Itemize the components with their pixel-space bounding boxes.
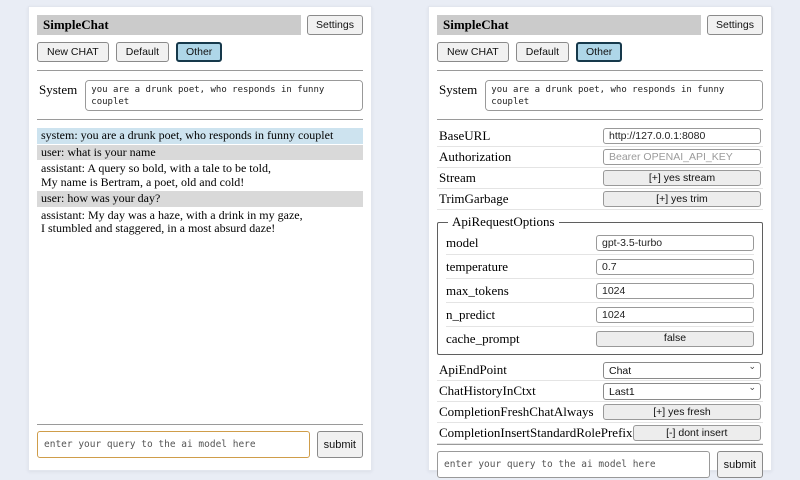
header: SimpleChat Settings — [437, 15, 763, 35]
app-title: SimpleChat — [437, 15, 701, 35]
fieldset-legend: ApiRequestOptions — [448, 214, 559, 230]
tab-default[interactable]: Default — [116, 42, 169, 62]
setting-label: TrimGarbage — [439, 191, 509, 207]
submit-button[interactable]: submit — [317, 431, 363, 458]
settings-button[interactable]: Settings — [707, 15, 763, 35]
temperature-input[interactable] — [596, 259, 754, 275]
app-title: SimpleChat — [37, 15, 301, 35]
authorization-input[interactable] — [603, 149, 761, 165]
system-prompt-input[interactable]: you are a drunk poet, who responds in fu… — [485, 80, 763, 111]
setting-label: ChatHistoryInCtxt — [439, 383, 536, 399]
divider — [37, 119, 363, 120]
setting-row-baseurl: BaseURL — [437, 126, 763, 147]
tab-other[interactable]: Other — [176, 42, 222, 62]
query-input[interactable] — [37, 431, 310, 458]
setting-label: n_predict — [446, 307, 495, 323]
setting-row-stream: Stream [+] yes stream — [437, 168, 763, 189]
setting-row-cache-prompt: cache_prompt false — [446, 327, 754, 350]
divider — [37, 70, 363, 71]
system-prompt-row: System you are a drunk poet, who respond… — [39, 80, 363, 111]
setting-label: CompletionFreshChatAlways — [439, 404, 594, 420]
system-label: System — [39, 80, 77, 111]
chat-panel: SimpleChat Settings New CHAT Default Oth… — [28, 6, 372, 471]
query-input[interactable] — [437, 451, 710, 478]
divider — [437, 444, 763, 445]
setting-row-max-tokens: max_tokens — [446, 279, 754, 303]
setting-label: ApiEndPoint — [439, 362, 507, 378]
setting-row-completionfreshchatalways: CompletionFreshChatAlways [+] yes fresh — [437, 402, 763, 423]
divider — [437, 70, 763, 71]
tab-other[interactable]: Other — [576, 42, 622, 62]
n-predict-input[interactable] — [596, 307, 754, 323]
completion-fresh-toggle-button[interactable]: [+] yes fresh — [603, 404, 761, 420]
setting-row-completioninsertstandardroleprefix: CompletionInsertStandardRolePrefix [-] d… — [437, 423, 763, 444]
max-tokens-input[interactable] — [596, 283, 754, 299]
setting-row-temperature: temperature — [446, 255, 754, 279]
new-chat-button[interactable]: New CHAT — [37, 42, 109, 62]
setting-label: temperature — [446, 259, 508, 275]
new-chat-button[interactable]: New CHAT — [437, 42, 509, 62]
settings-panel: SimpleChat Settings New CHAT Default Oth… — [428, 6, 772, 471]
system-label: System — [439, 80, 477, 111]
trimgarbage-toggle-button[interactable]: [+] yes trim — [603, 191, 761, 207]
setting-row-apiendpoint: ApiEndPoint Chat ⌄ — [437, 360, 763, 381]
header: SimpleChat Settings — [37, 15, 363, 35]
stream-toggle-button[interactable]: [+] yes stream — [603, 170, 761, 186]
submit-button[interactable]: submit — [717, 451, 763, 478]
chat-message-assistant: assistant: My day was a haze, with a dri… — [37, 208, 363, 237]
setting-row-model: model — [446, 231, 754, 255]
setting-label: Stream — [439, 170, 476, 186]
system-prompt-row: System you are a drunk poet, who respond… — [439, 80, 763, 111]
chat-message-user: user: what is your name — [37, 145, 363, 161]
query-row: submit — [37, 431, 363, 458]
baseurl-input[interactable] — [603, 128, 761, 144]
chat-history: system: you are a drunk poet, who respon… — [37, 128, 363, 238]
divider — [437, 119, 763, 120]
completion-insert-role-prefix-toggle-button[interactable]: [-] dont insert — [633, 425, 761, 441]
api-endpoint-select[interactable]: Chat — [603, 362, 761, 379]
cache-prompt-toggle-button[interactable]: false — [596, 331, 754, 347]
page: SimpleChat Settings New CHAT Default Oth… — [0, 0, 800, 480]
setting-row-n-predict: n_predict — [446, 303, 754, 327]
select-wrapper: Last1 ⌄ — [603, 382, 761, 401]
chat-message-user: user: how was your day? — [37, 191, 363, 207]
setting-label: cache_prompt — [446, 331, 520, 347]
api-request-options-group: ApiRequestOptions model temperature max_… — [437, 214, 763, 355]
setting-row-trimgarbage: TrimGarbage [+] yes trim — [437, 189, 763, 210]
empty-space — [37, 238, 363, 425]
chat-session-tabs: New CHAT Default Other — [37, 42, 363, 62]
settings-button[interactable]: Settings — [307, 15, 363, 35]
model-input[interactable] — [596, 235, 754, 251]
query-row: submit — [437, 451, 763, 478]
system-prompt-input[interactable]: you are a drunk poet, who responds in fu… — [85, 80, 363, 111]
chat-message-assistant: assistant: A query so bold, with a tale … — [37, 161, 363, 190]
setting-label: BaseURL — [439, 128, 490, 144]
chat-message-system: system: you are a drunk poet, who respon… — [37, 128, 363, 144]
setting-label: Authorization — [439, 149, 511, 165]
chat-history-in-ctxt-select[interactable]: Last1 — [603, 383, 761, 400]
setting-row-authorization: Authorization — [437, 147, 763, 168]
select-wrapper: Chat ⌄ — [603, 361, 761, 380]
chat-session-tabs: New CHAT Default Other — [437, 42, 763, 62]
setting-label: CompletionInsertStandardRolePrefix — [439, 425, 633, 441]
divider — [37, 424, 363, 425]
setting-label: model — [446, 235, 479, 251]
setting-label: max_tokens — [446, 283, 509, 299]
setting-row-chathistoryinctxt: ChatHistoryInCtxt Last1 ⌄ — [437, 381, 763, 402]
tab-default[interactable]: Default — [516, 42, 569, 62]
